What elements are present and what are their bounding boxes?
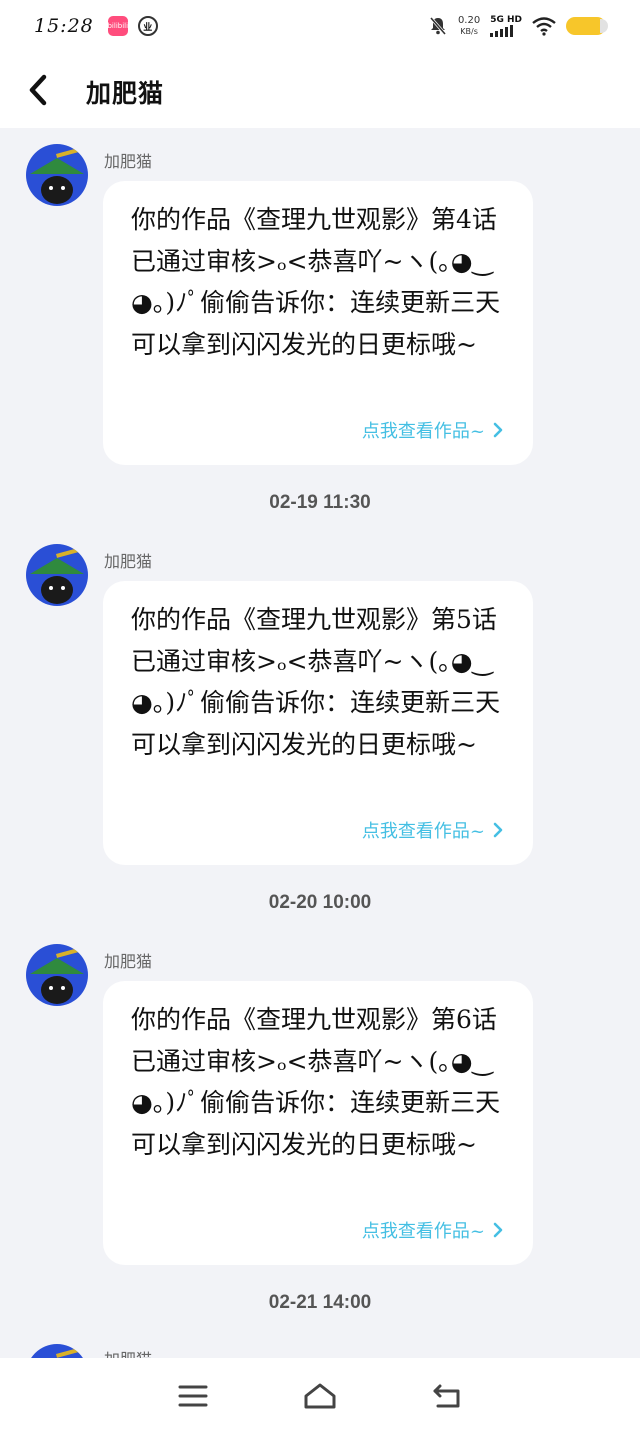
message-timestamp: 02-19 11:30 xyxy=(269,492,371,513)
view-work-link[interactable]: 点我查看作品~ xyxy=(362,817,503,843)
cat-avatar-icon xyxy=(55,1348,79,1358)
avatar[interactable] xyxy=(26,144,88,206)
system-nav-bar xyxy=(0,1358,640,1433)
home-button[interactable] xyxy=(300,1376,340,1416)
view-work-link[interactable]: 点我查看作品~ xyxy=(362,417,503,443)
avatar[interactable] xyxy=(26,1344,88,1358)
mute-bell-icon xyxy=(429,17,447,35)
page-title: 加肥猫 xyxy=(86,79,165,108)
status-time: 15:28 xyxy=(34,15,94,37)
view-work-label: 点我查看作品~ xyxy=(361,821,485,842)
net-speed-unit: KB/s xyxy=(460,27,478,36)
status-bar: 15:28 bilibili 业 0.20 KB/s 5G HD xyxy=(0,0,640,52)
message-text: 你的作品《查理九世观影》第4话已通过审核>ₒ<恭喜吖~ヽ(｡◕‿◕｡)ﾉﾟ偷偷告… xyxy=(131,205,501,359)
view-work-label: 点我查看作品~ xyxy=(361,1221,485,1242)
message-bubble: 你的作品《查理九世观影》第4话已通过审核>ₒ<恭喜吖~ヽ(｡◕‿◕｡)ﾉﾟ偷偷告… xyxy=(103,181,533,465)
message-bubble: 你的作品《查理九世观影》第6话已通过审核>ₒ<恭喜吖~ヽ(｡◕‿◕｡)ﾉﾟ偷偷告… xyxy=(103,981,533,1265)
app-header: 加肥猫 xyxy=(0,52,640,128)
signal-bars-icon xyxy=(490,24,522,37)
app-badge2-label: 业 xyxy=(143,22,153,33)
menu-button[interactable] xyxy=(173,1376,213,1416)
message-bubble: 你的作品《查理九世观影》第5话已通过审核>ₒ<恭喜吖~ヽ(｡◕‿◕｡)ﾉﾟ偷偷告… xyxy=(103,581,533,865)
sender-name: 加肥猫 xyxy=(104,1346,152,1358)
signal-indicator: 5G HD xyxy=(490,14,522,37)
avatar[interactable] xyxy=(26,944,88,1006)
view-work-label: 点我查看作品~ xyxy=(361,421,485,442)
app-notification-icon: 业 xyxy=(137,16,158,36)
net-speed-value: 0.20 xyxy=(457,15,481,26)
net-speed: 0.20 KB/s xyxy=(458,15,480,37)
message-text: 你的作品《查理九世观影》第6话已通过审核>ₒ<恭喜吖~ヽ(｡◕‿◕｡)ﾉﾟ偷偷告… xyxy=(131,1005,501,1159)
cat-avatar-icon xyxy=(30,548,84,604)
cat-avatar-icon xyxy=(30,148,84,204)
chevron-right-icon xyxy=(493,1222,503,1238)
menu-icon xyxy=(178,1385,208,1406)
network-type: 5G HD xyxy=(490,14,522,25)
bilibili-icon: bilibili xyxy=(107,16,129,36)
cat-avatar-icon xyxy=(30,948,84,1004)
message-feed[interactable]: 加肥猫 你的作品《查理九世观影》第4话已通过审核>ₒ<恭喜吖~ヽ(｡◕‿◕｡)ﾉ… xyxy=(0,128,640,1358)
wifi-icon xyxy=(532,17,556,36)
message-timestamp: 02-21 14:00 xyxy=(268,1292,372,1313)
back-return-icon xyxy=(433,1384,460,1407)
chevron-right-icon xyxy=(493,422,503,438)
app-badge-label: bilibili xyxy=(107,22,129,30)
sender-name: 加肥猫 xyxy=(104,552,153,571)
chevron-right-icon xyxy=(493,822,503,838)
back-button[interactable] xyxy=(24,72,52,108)
home-icon xyxy=(304,1383,336,1408)
chevron-left-icon xyxy=(29,74,47,106)
battery-icon xyxy=(566,17,608,35)
sender-name: 加肥猫 xyxy=(104,152,153,171)
message-text: 你的作品《查理九世观影》第5话已通过审核>ₒ<恭喜吖~ヽ(｡◕‿◕｡)ﾉﾟ偷偷告… xyxy=(131,605,501,759)
back-nav-button[interactable] xyxy=(427,1376,467,1416)
view-work-link[interactable]: 点我查看作品~ xyxy=(362,1217,503,1243)
avatar[interactable] xyxy=(26,544,88,606)
sender-name: 加肥猫 xyxy=(104,952,153,971)
message-timestamp: 02-20 10:00 xyxy=(268,892,372,913)
